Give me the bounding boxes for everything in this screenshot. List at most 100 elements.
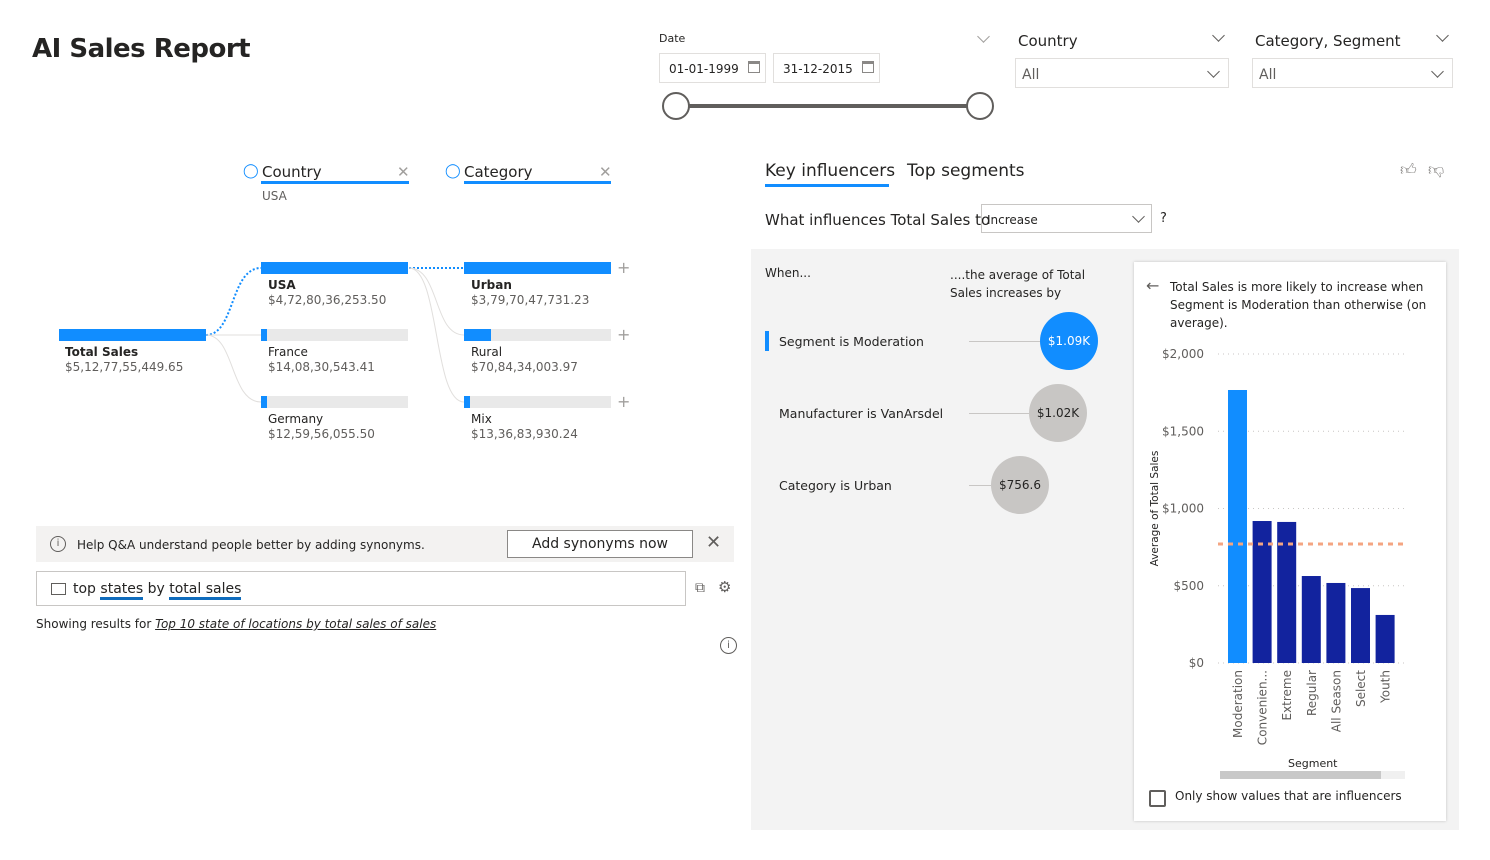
x-tick-label: Youth <box>1379 670 1393 704</box>
end-date-input[interactable]: 31-12-2015 <box>773 53 880 83</box>
bar <box>1375 614 1395 663</box>
influence-direction-dropdown[interactable]: Increase <box>981 204 1152 233</box>
qna-input[interactable]: top states by total sales <box>36 571 686 606</box>
x-tick-label: Moderation <box>1231 670 1245 738</box>
node-bar[interactable] <box>464 262 611 274</box>
node-name: Urban <box>471 278 512 292</box>
y-tick-label: $1,500 <box>1162 424 1204 438</box>
end-date-value: 31-12-2015 <box>783 62 853 76</box>
node-name: USA <box>268 278 296 292</box>
node-name: Mix <box>471 412 492 426</box>
y-tick-label: $2,000 <box>1162 347 1204 361</box>
segment-bar-chart: $0 $500 $1,000 $1,500 $2,000 Average of Total… <box>1149 347 1405 745</box>
node-bar[interactable] <box>261 396 408 408</box>
add-synonyms-button[interactable]: Add synonyms now <box>507 530 693 558</box>
help-icon[interactable]: ? <box>1160 211 1167 226</box>
date-range-track[interactable] <box>676 104 980 108</box>
expand-plus-icon[interactable]: + <box>617 392 630 411</box>
date-end-handle[interactable] <box>966 92 994 120</box>
x-tick-label: Regular <box>1305 670 1319 716</box>
connector <box>408 267 465 336</box>
chevron-down-icon[interactable] <box>977 30 990 43</box>
x-tick-label: Select <box>1354 670 1368 707</box>
category-segment-dropdown[interactable]: All <box>1252 58 1453 88</box>
chevron-down-icon <box>1132 210 1145 223</box>
chevron-down-icon[interactable] <box>1212 29 1225 42</box>
bar <box>1252 521 1272 663</box>
node-bar-fill <box>261 329 267 341</box>
expand-plus-icon[interactable]: + <box>617 258 630 277</box>
node-name: France <box>268 345 308 359</box>
influencer-row[interactable]: Segment is Moderation $1.09K <box>751 312 1131 370</box>
chat-icon <box>51 583 66 595</box>
thumbs-up-icon[interactable]: 👍︎ <box>1400 160 1417 180</box>
banner-text: Help Q&A understand people better by add… <box>77 538 425 552</box>
info-icon: i <box>50 536 66 552</box>
gear-icon[interactable]: ⚙ <box>718 578 731 596</box>
category-segment-dropdown-value: All <box>1259 67 1277 83</box>
y-tick-label: $1,000 <box>1162 502 1204 516</box>
influencer-row[interactable]: Category is Urban $756.6 <box>751 456 1131 514</box>
tab-key-influencers[interactable]: Key influencers <box>765 161 895 181</box>
category-segment-slicer-label: Category, Segment <box>1255 32 1401 50</box>
col-effect: ....the average of Total Sales increases… <box>950 268 1086 300</box>
x-tick-label: All Season <box>1329 670 1343 732</box>
query-text: top states by total sales <box>73 581 242 600</box>
expand-plus-icon[interactable]: + <box>617 325 630 344</box>
dropdown-value: Increase <box>987 213 1038 227</box>
country-slicer-label: Country <box>1018 32 1078 50</box>
node-value: $14,08,30,543.41 <box>268 360 375 374</box>
arrow-icon <box>969 485 991 486</box>
qna-banner: i Help Q&A understand people better by a… <box>36 526 734 562</box>
country-dropdown[interactable]: All <box>1015 58 1229 88</box>
active-tab-indicator <box>765 184 889 187</box>
influence-bubble[interactable]: $1.02K <box>1029 384 1087 442</box>
connector <box>205 334 262 403</box>
node-value: $3,79,70,47,731.23 <box>471 293 590 307</box>
connector <box>408 267 465 403</box>
calendar-icon[interactable] <box>862 61 874 73</box>
bar <box>1228 389 1247 663</box>
node-bar-fill <box>464 262 611 274</box>
node-bar[interactable] <box>464 396 611 408</box>
influencers-only-checkbox[interactable] <box>1149 790 1166 807</box>
tab-top-segments[interactable]: Top segments <box>907 161 1025 181</box>
node-value: $4,72,80,36,253.50 <box>268 293 387 307</box>
chevron-down-icon <box>1431 65 1444 78</box>
node-bar-fill <box>464 329 491 341</box>
interpreted-query-link[interactable]: Top 10 state of locations by total sales… <box>155 617 436 631</box>
root-value: $5,12,77,55,449.65 <box>65 360 184 374</box>
root-name: Total Sales <box>65 345 139 359</box>
thumbs-down-icon[interactable]: 👎︎ <box>1428 160 1444 180</box>
showing-results: Showing results for Top 10 state of loca… <box>36 617 437 631</box>
y-tick-label: $0 <box>1189 656 1204 670</box>
chevron-down-icon[interactable] <box>1436 29 1449 42</box>
col-when: When... <box>765 266 811 280</box>
close-icon[interactable]: ✕ <box>706 532 721 553</box>
convert-visual-icon[interactable]: ⧉ <box>695 580 705 596</box>
chart-scrollbar[interactable] <box>1220 771 1405 779</box>
tree-connectors <box>205 267 465 403</box>
node-bar-fill <box>464 396 470 408</box>
node-bar[interactable] <box>464 329 611 341</box>
calendar-icon[interactable] <box>748 61 760 73</box>
bar <box>1301 576 1321 663</box>
influencer-label: Manufacturer is VanArsdel <box>779 406 944 421</box>
node-value: $12,59,56,055.50 <box>268 427 375 441</box>
scrollbar-thumb[interactable] <box>1220 771 1381 779</box>
info-icon[interactable]: i <box>720 637 737 654</box>
x-tick-label: Extreme <box>1280 670 1294 721</box>
root-bar[interactable] <box>59 329 206 341</box>
node-name: Germany <box>268 412 324 426</box>
influencer-label: Segment is Moderation <box>779 334 924 349</box>
question-label: What influences Total Sales to <box>765 211 991 229</box>
influencer-detail-card: ← Total Sales is more likely to increase… <box>1134 262 1446 821</box>
bar <box>1326 582 1346 663</box>
influence-bubble[interactable]: $1.09K <box>1040 312 1098 370</box>
influencer-label: Category is Urban <box>779 478 892 493</box>
node-bar-fill <box>261 262 408 274</box>
node-bar[interactable] <box>261 262 408 274</box>
influence-bubble[interactable]: $756.6 <box>991 456 1049 514</box>
influencer-row[interactable]: Manufacturer is VanArsdel $1.02K <box>751 384 1131 442</box>
node-bar[interactable] <box>261 329 408 341</box>
